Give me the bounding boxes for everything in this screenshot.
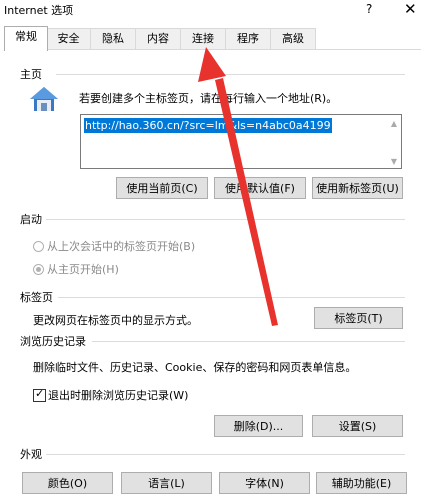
tabs-section-title: 标签页 [20, 291, 53, 304]
history-divider [92, 341, 405, 342]
colors-button[interactable]: 颜色(O) [22, 472, 113, 494]
tab-connections[interactable]: 连接 [180, 28, 226, 49]
languages-button[interactable]: 语言(L) [121, 472, 212, 494]
use-current-button[interactable]: 使用当前页(C) [116, 177, 208, 199]
home-url-text: http://hao.360.cn/?src=lm&ls=n4abc0a4199 [84, 118, 332, 133]
home-icon [30, 87, 58, 111]
delete-history-button[interactable]: 删除(D)... [214, 415, 303, 437]
home-description: 若要创建多个主标签页，请在每行输入一个地址(R)。 [79, 92, 338, 105]
delete-on-exit-label: 退出时删除浏览历史记录(W) [48, 389, 189, 402]
history-settings-button[interactable]: 设置(S) [312, 415, 403, 437]
startup-section-title: 启动 [20, 213, 42, 226]
tabs-divider [58, 297, 405, 298]
accessibility-button[interactable]: 辅助功能(E) [316, 472, 407, 494]
home-url-textarea[interactable]: http://hao.360.cn/?src=lm&ls=n4abc0a4199… [80, 114, 402, 169]
appearance-section-title: 外观 [20, 448, 42, 461]
window-title: Internet 选项 [4, 4, 74, 17]
delete-on-exit-checkbox[interactable]: ✓ [33, 387, 46, 402]
tab-security[interactable]: 安全 [46, 28, 91, 49]
use-new-tab-button[interactable]: 使用新标签页(U) [312, 177, 403, 199]
history-description: 删除临时文件、历史记录、Cookie、保存的密码和网页表单信息。 [33, 361, 357, 374]
appearance-divider [46, 454, 405, 455]
tabs-description: 更改网页在标签页中的显示方式。 [33, 314, 198, 327]
history-section-title: 浏览历史记录 [20, 335, 86, 348]
tab-programs[interactable]: 程序 [225, 28, 271, 49]
radio-home-page[interactable] [33, 264, 44, 275]
radio-last-session-label: 从上次会话中的标签页开始(B) [47, 240, 196, 253]
use-default-button[interactable]: 使用默认值(F) [214, 177, 306, 199]
radio-last-session[interactable] [33, 241, 44, 252]
help-button[interactable]: ? [366, 2, 372, 16]
home-section-title: 主页 [20, 68, 42, 81]
radio-home-page-label: 从主页开始(H) [47, 263, 119, 276]
startup-divider [46, 219, 405, 220]
tab-general[interactable]: 常规 [4, 26, 48, 51]
scroll-up-icon[interactable]: ▲ [391, 119, 397, 128]
home-divider [56, 74, 405, 75]
title-bar: Internet 选项 ? ✕ [0, 0, 425, 22]
tabs-settings-button[interactable]: 标签页(T) [314, 307, 403, 329]
tab-privacy[interactable]: 隐私 [90, 28, 136, 49]
fonts-button[interactable]: 字体(N) [219, 472, 310, 494]
tab-advanced[interactable]: 高级 [270, 28, 316, 49]
close-button[interactable]: ✕ [404, 0, 417, 18]
scroll-down-icon[interactable]: ▼ [391, 157, 397, 166]
tab-content[interactable]: 内容 [135, 28, 181, 49]
checkmark-icon: ✓ [35, 387, 45, 400]
